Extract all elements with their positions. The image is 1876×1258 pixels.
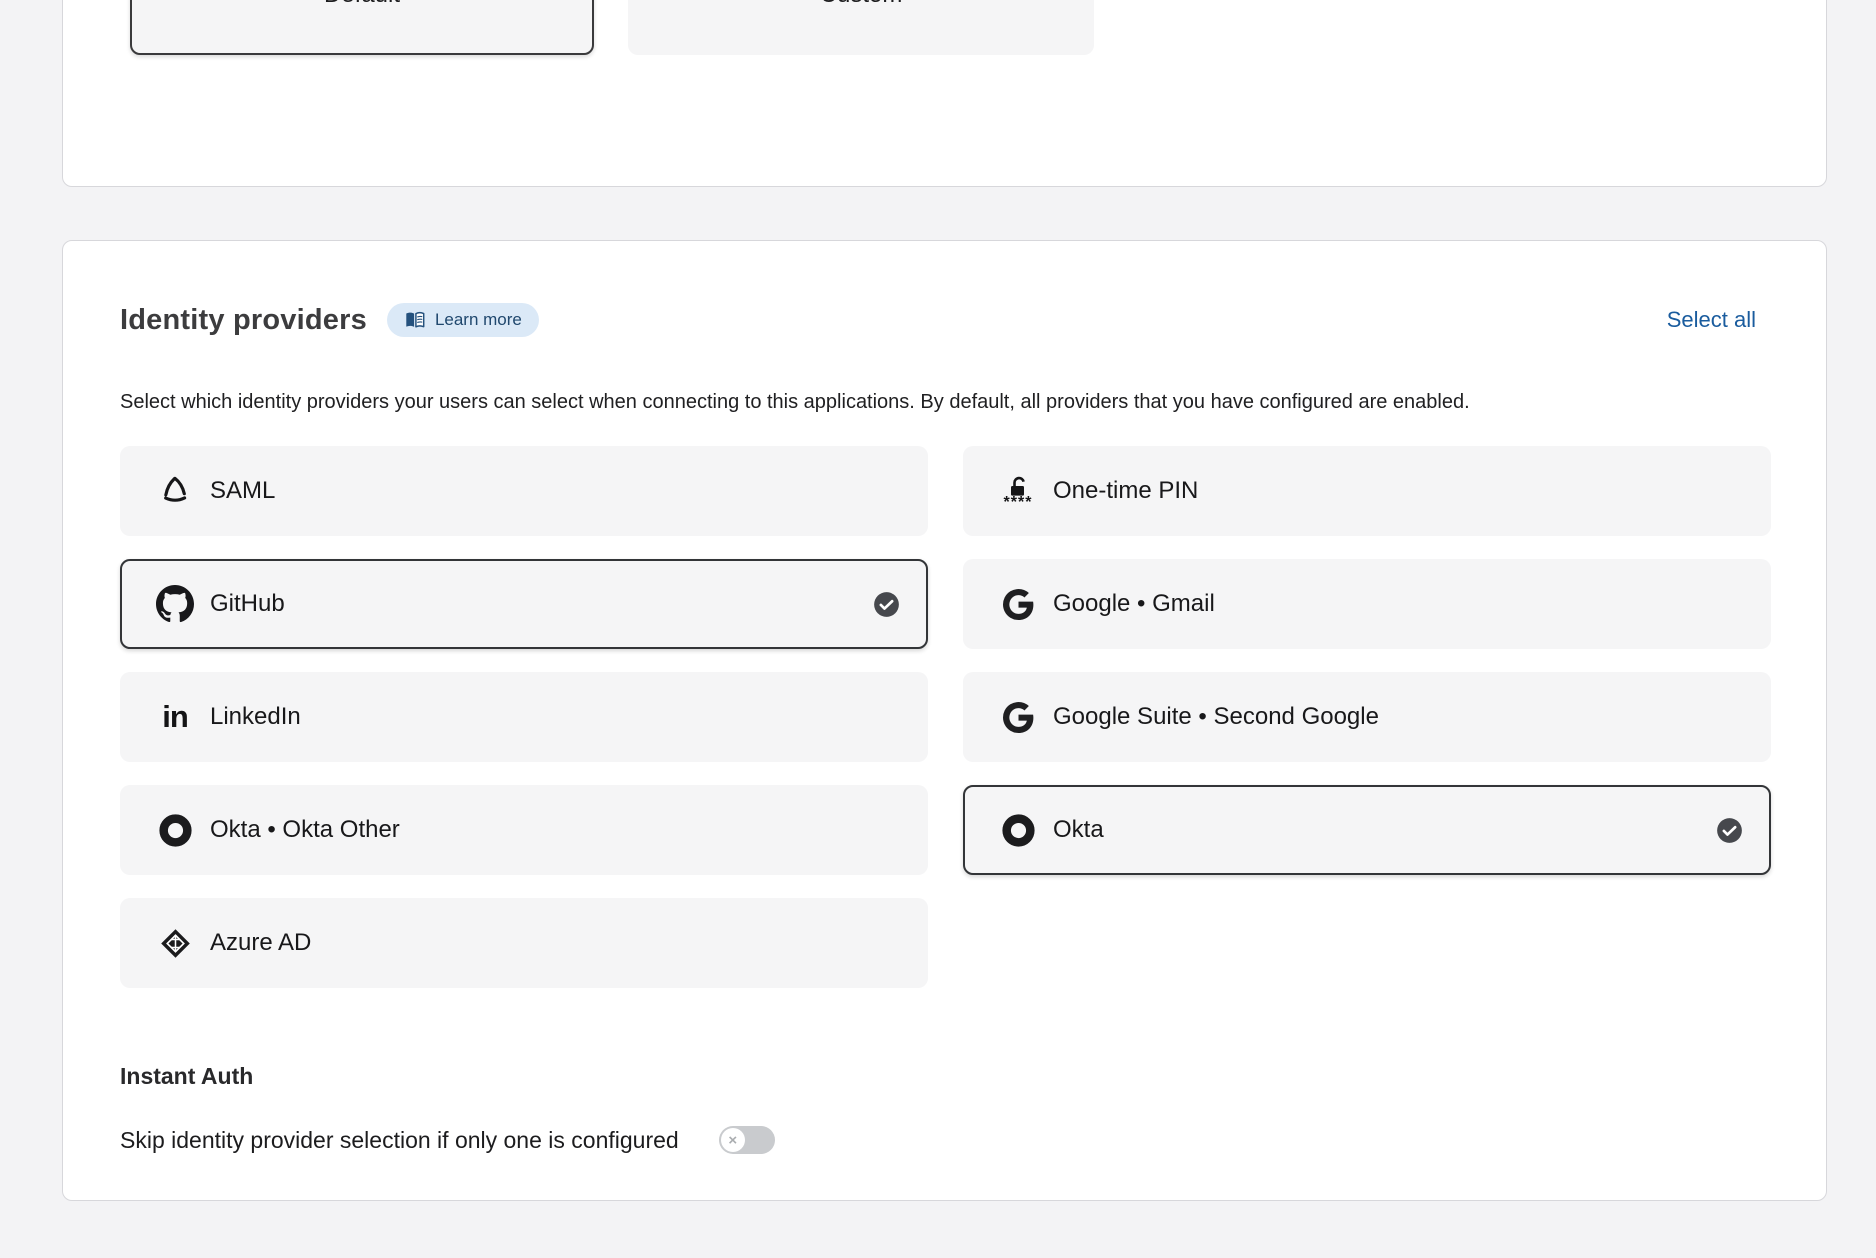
- instant-auth-row: Skip identity provider selection if only…: [120, 1126, 775, 1154]
- provider-tile-okta-okta-other[interactable]: Okta • Okta Other: [120, 785, 928, 875]
- provider-label: Google Suite • Second Google: [1053, 703, 1379, 731]
- provider-label: GitHub: [210, 590, 285, 618]
- appearance-option-default[interactable]: Default: [130, 0, 594, 55]
- linkedin-icon: in: [155, 702, 195, 732]
- okta-icon: [155, 814, 195, 847]
- identity-providers-description: Select which identity providers your use…: [120, 391, 1470, 414]
- identity-providers-panel: Identity providers Learn more Select all…: [62, 240, 1827, 1201]
- check-icon: [1716, 817, 1743, 844]
- provider-label: Google • Gmail: [1053, 590, 1215, 618]
- google-icon: [998, 589, 1038, 620]
- provider-label: Okta: [1053, 816, 1104, 844]
- select-all-link[interactable]: Select all: [1667, 307, 1756, 333]
- provider-tile-saml[interactable]: SAML: [120, 446, 928, 536]
- provider-tile-google-suite-second-google[interactable]: Google Suite • Second Google: [963, 672, 1771, 762]
- azure-icon: [155, 927, 195, 960]
- provider-label: SAML: [210, 477, 275, 505]
- learn-more-button[interactable]: Learn more: [387, 303, 539, 337]
- book-icon: [404, 311, 426, 330]
- appearance-option-label: Default: [132, 0, 592, 9]
- page-title: Identity providers: [120, 304, 367, 337]
- provider-tile-linkedin[interactable]: in LinkedIn: [120, 672, 928, 762]
- check-icon: [873, 591, 900, 618]
- provider-tile-github[interactable]: GitHub: [120, 559, 928, 649]
- provider-label: LinkedIn: [210, 703, 301, 731]
- appearance-option-custom[interactable]: Custom: [628, 0, 1094, 55]
- appearance-option-label: Custom: [630, 0, 1092, 9]
- provider-label: Azure AD: [210, 929, 311, 957]
- provider-tile-azure-ad[interactable]: Azure AD: [120, 898, 928, 988]
- okta-icon: [998, 814, 1038, 847]
- saml-icon: [155, 473, 195, 509]
- provider-label: One-time PIN: [1053, 477, 1198, 505]
- provider-tile-one-time-pin[interactable]: **** One-time PIN: [963, 446, 1771, 536]
- learn-more-label: Learn more: [435, 310, 522, 330]
- provider-tile-google-gmail[interactable]: Google • Gmail: [963, 559, 1771, 649]
- appearance-panel: Default Custom: [62, 0, 1827, 187]
- github-icon: [155, 585, 195, 623]
- instant-auth-section: Instant Auth Skip identity provider sele…: [120, 1063, 775, 1154]
- instant-auth-toggle-label: Skip identity provider selection if only…: [120, 1127, 679, 1154]
- providers-grid: SAML **** One-time PIN GitHub Google • G…: [120, 446, 1771, 988]
- provider-label: Okta • Okta Other: [210, 816, 400, 844]
- instant-auth-title: Instant Auth: [120, 1063, 775, 1090]
- google-icon: [998, 702, 1038, 733]
- provider-tile-okta[interactable]: Okta: [963, 785, 1771, 875]
- identity-providers-header: Identity providers Learn more Select all: [120, 303, 1756, 337]
- instant-auth-toggle[interactable]: ×: [719, 1126, 775, 1154]
- one-time-pin-icon: ****: [998, 476, 1038, 507]
- toggle-knob-x-icon: ×: [721, 1128, 745, 1152]
